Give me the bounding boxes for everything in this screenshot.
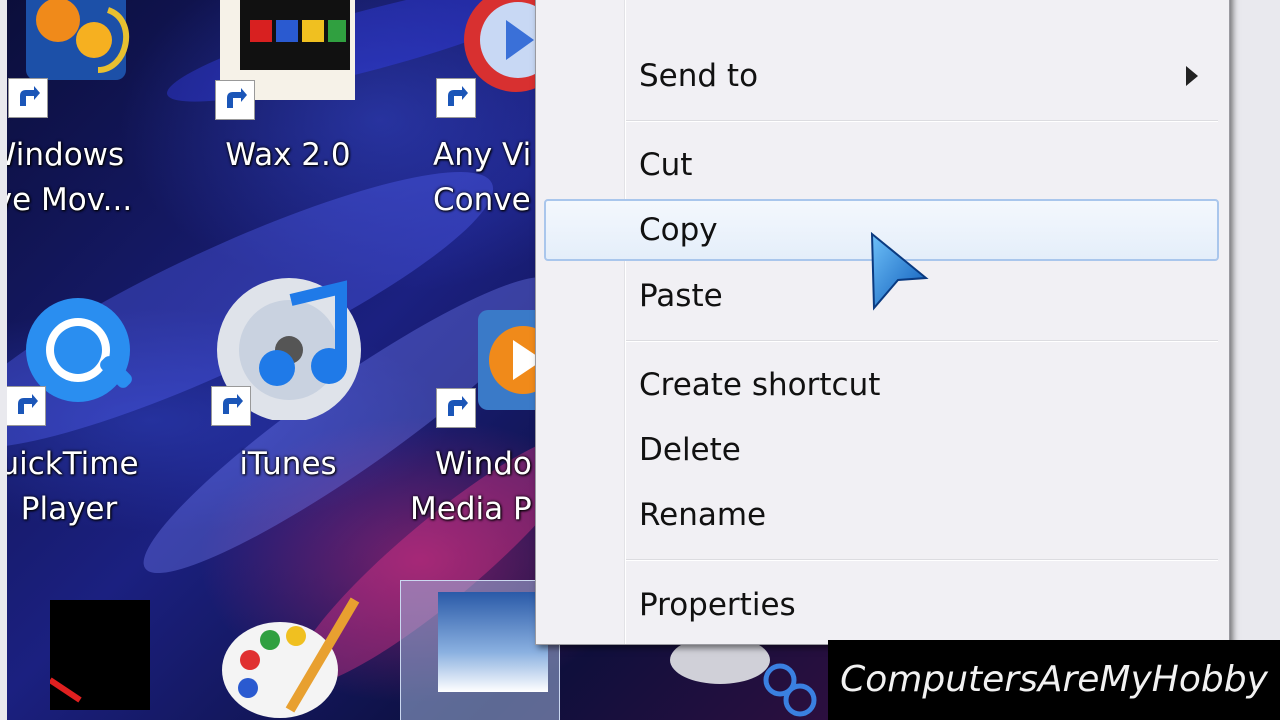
- shortcut-arrow-icon: [8, 78, 48, 118]
- icon-label: ve Mov...: [0, 182, 133, 218]
- shortcut-arrow-icon: [211, 386, 251, 426]
- itunes-icon: [211, 270, 361, 422]
- menu-item-create-shortcut[interactable]: Create shortcut: [544, 354, 1219, 416]
- mouse-cursor-icon: [868, 231, 932, 318]
- menu-separator: [626, 559, 1218, 561]
- paint-palette-icon: [215, 590, 365, 718]
- menu-item-label: Copy: [639, 212, 718, 248]
- shortcut-arrow-icon: [215, 80, 255, 120]
- shortcut-arrow-icon: [436, 78, 476, 118]
- shortcut-arrow-icon: [6, 386, 46, 426]
- menu-item-label: Cut: [639, 147, 693, 183]
- menu-item-send-to[interactable]: Send to: [544, 45, 1219, 107]
- left-window-edge: [0, 0, 7, 720]
- app-icon: [30, 600, 180, 720]
- submenu-arrow-icon: [1186, 66, 1198, 86]
- icon-label: Wax 2.0: [225, 137, 351, 173]
- right-window-edge: [1230, 0, 1280, 720]
- menu-item-cut[interactable]: Cut: [544, 134, 1219, 196]
- menu-separator: [626, 120, 1218, 122]
- icon-label: iTunes: [239, 446, 337, 482]
- menu-item-label: Send to: [639, 58, 759, 94]
- icon-label: Windows: [0, 137, 125, 173]
- menu-item-properties[interactable]: Properties: [544, 574, 1219, 636]
- context-menu: Send to Cut Copy Paste Create shortcut D…: [535, 0, 1230, 645]
- icon-label: uickTime: [0, 446, 139, 482]
- icon-label: Player: [20, 491, 118, 527]
- menu-item-label: Properties: [639, 587, 796, 623]
- shortcut-arrow-icon: [436, 388, 476, 428]
- menu-item-label: Rename: [639, 497, 767, 533]
- watermark: ComputersAreMyHobby: [828, 640, 1280, 720]
- picture-icon: [438, 592, 548, 692]
- menu-separator: [626, 340, 1218, 342]
- menu-item-label: Create shortcut: [639, 367, 881, 403]
- menu-item-rename[interactable]: Rename: [544, 484, 1219, 546]
- menu-item-label: Paste: [639, 278, 723, 314]
- menu-item-delete[interactable]: Delete: [544, 419, 1219, 481]
- menu-item-label: Delete: [639, 432, 741, 468]
